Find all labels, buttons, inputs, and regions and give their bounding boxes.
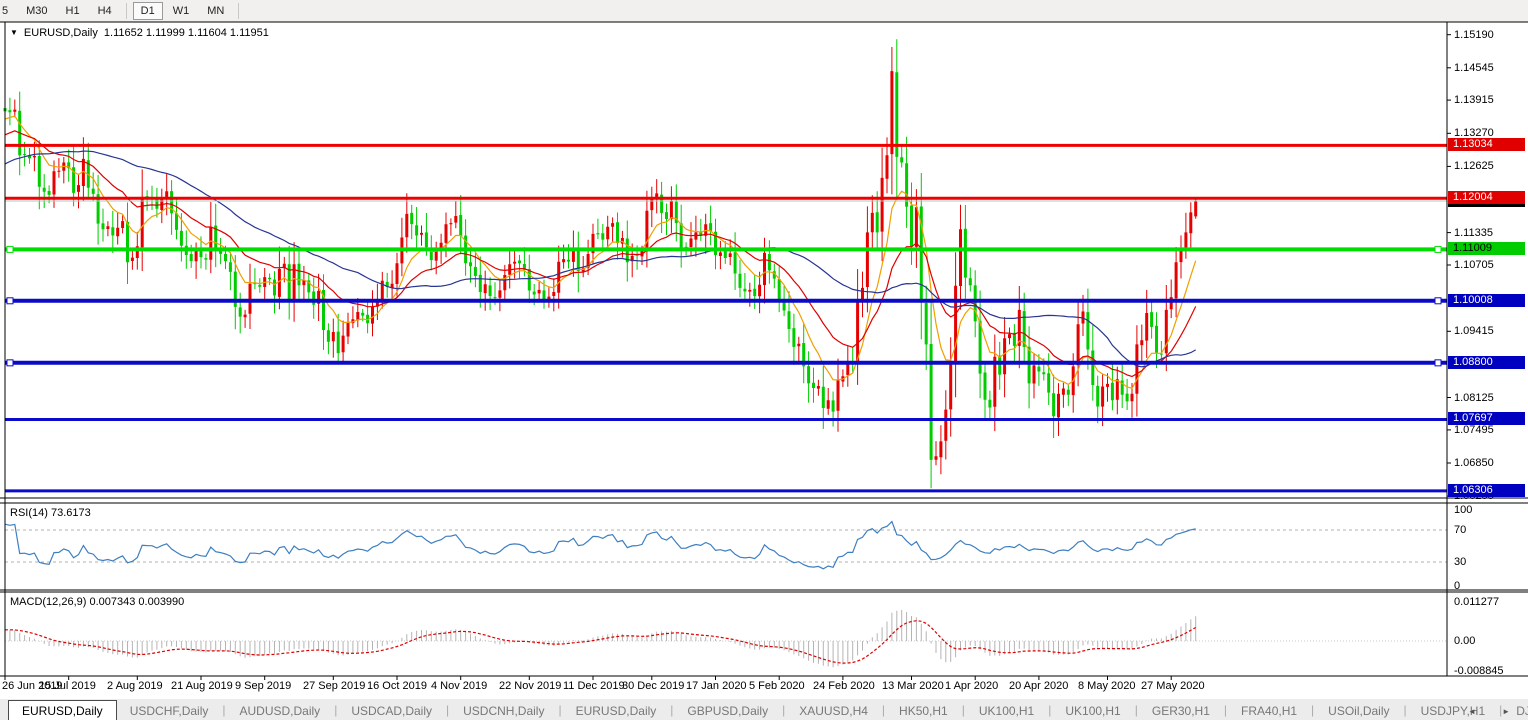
chart-tab-ger30-h1[interactable]: GER30,H1: [1139, 702, 1223, 720]
hline-handle[interactable]: [7, 246, 13, 252]
date-axis-label: 24 Feb 2020: [813, 680, 875, 692]
rsi-axis-label: 0: [1454, 580, 1460, 592]
chart-tab-uk100-h1[interactable]: UK100,H1: [966, 702, 1047, 720]
chart-window-tabbar: EURUSD,DailyUSDCHF,Daily|AUDUSD,Daily|US…: [0, 698, 1528, 720]
price-badge-1.13034: 1.13034: [1448, 138, 1525, 151]
macd-axis-label: -0.008845: [1454, 665, 1504, 677]
hline-handle[interactable]: [1435, 246, 1441, 252]
chart-tab-eurusd-daily[interactable]: EURUSD,Daily: [8, 700, 117, 720]
macd-histogram: [5, 610, 1196, 667]
chart-tab-gbpusd-daily[interactable]: GBPUSD,Daily: [674, 702, 781, 720]
tab-scroll-arrows[interactable]: ◄ ►: [1468, 707, 1522, 716]
chart-tab-xauusd-h4[interactable]: XAUUSD,H4: [786, 702, 881, 720]
date-axis-label: 1 Apr 2020: [945, 680, 998, 692]
chart-tab-uk100-h1[interactable]: UK100,H1: [1052, 702, 1133, 720]
price-tick-label: 1.15190: [1454, 29, 1494, 41]
price-tick-label: 1.12625: [1454, 160, 1494, 172]
price-tick-label: 1.09415: [1454, 325, 1494, 337]
rsi-indicator-label: RSI(14) 73.6173: [10, 507, 91, 519]
date-axis-label: 21 Aug 2019: [171, 680, 233, 692]
date-axis-label: 27 Sep 2019: [303, 680, 365, 692]
hline-handle[interactable]: [7, 360, 13, 366]
date-axis-label: 16 Oct 2019: [367, 680, 427, 692]
date-axis-label: 4 Nov 2019: [431, 680, 487, 692]
date-axis-label: 2 Aug 2019: [107, 680, 163, 692]
price-badge-1.12004: 1.12004: [1448, 191, 1525, 204]
date-axis-label: 20 Apr 2020: [1009, 680, 1068, 692]
macd-indicator-label: MACD(12,26,9) 0.007343 0.003990: [10, 596, 184, 608]
price-tick-label: 1.11335: [1454, 227, 1493, 239]
ma-slow-line: [5, 151, 1196, 367]
date-axis-label: 17 Jan 2020: [686, 680, 747, 692]
rsi-axis-label: 30: [1454, 556, 1466, 568]
macd-signal-line: [5, 621, 1196, 663]
chart-ohlc-values: 1.11652 1.11999 1.11604 1.11951: [104, 27, 269, 39]
chart-title: ▼ EURUSD,Daily 1.11652 1.11999 1.11604 1…: [10, 27, 269, 39]
date-axis-label: 30 Dec 2019: [622, 680, 684, 692]
date-axis-label: 11 Dec 2019: [563, 680, 625, 692]
price-tick-label: 1.07495: [1454, 424, 1494, 436]
price-badge-1.08800: 1.08800: [1448, 356, 1525, 369]
date-axis-label: 8 May 2020: [1078, 680, 1135, 692]
price-badge-1.10008: 1.10008: [1448, 294, 1525, 307]
price-tick-label: 1.06850: [1454, 457, 1494, 469]
price-tick-label: 1.13915: [1454, 94, 1494, 106]
price-badge-1.06306: 1.06306: [1448, 484, 1525, 497]
rsi-axis-label: 70: [1454, 524, 1466, 536]
ma-fast-line: [5, 116, 1196, 388]
chart-tab-usdchf-daily[interactable]: USDCHF,Daily: [117, 702, 222, 720]
date-axis-label: 27 May 2020: [1141, 680, 1205, 692]
price-tick-label: 1.14545: [1454, 62, 1494, 74]
chart-tab-hk50-h1[interactable]: HK50,H1: [886, 702, 961, 720]
date-axis-label: 15 Jul 2019: [39, 680, 96, 692]
macd-axis-label: 0.011277: [1454, 596, 1499, 608]
price-tick-label: 1.08125: [1454, 392, 1494, 404]
chart-tab-usoil-daily[interactable]: USOil,Daily: [1315, 702, 1402, 720]
hline-handle[interactable]: [1435, 360, 1441, 366]
date-axis-label: 13 Mar 2020: [882, 680, 944, 692]
chart-tab-usdcad-daily[interactable]: USDCAD,Daily: [338, 702, 445, 720]
price-badge-1.11009: 1.11009: [1448, 242, 1525, 255]
price-tick-label: 1.10705: [1454, 259, 1494, 271]
date-axis-label: 9 Sep 2019: [235, 680, 291, 692]
symbol-dropdown-icon[interactable]: ▼: [10, 28, 18, 37]
chart-tab-audusd-daily[interactable]: AUDUSD,Daily: [227, 702, 334, 720]
trading-terminal-window: 5M30H1H4D1W1MN ▼ EURUSD,Daily 1.11652 1.…: [0, 0, 1528, 720]
macd-axis-label: 0.00: [1454, 635, 1475, 647]
chart-tab-usdcnh-daily[interactable]: USDCNH,Daily: [450, 702, 557, 720]
hline-handle[interactable]: [7, 298, 13, 304]
price-badge-1.07697: 1.07697: [1448, 412, 1525, 425]
hline-handle[interactable]: [1435, 298, 1441, 304]
date-axis-label: 5 Feb 2020: [749, 680, 805, 692]
chart-symbol-label: EURUSD,Daily: [24, 27, 98, 39]
chart-tab-fra40-h1[interactable]: FRA40,H1: [1228, 702, 1310, 720]
chart-canvas[interactable]: [0, 0, 1528, 720]
rsi-axis-label: 100: [1454, 504, 1472, 516]
date-axis-label: 22 Nov 2019: [499, 680, 561, 692]
chart-tab-eurusd-daily[interactable]: EURUSD,Daily: [563, 702, 670, 720]
